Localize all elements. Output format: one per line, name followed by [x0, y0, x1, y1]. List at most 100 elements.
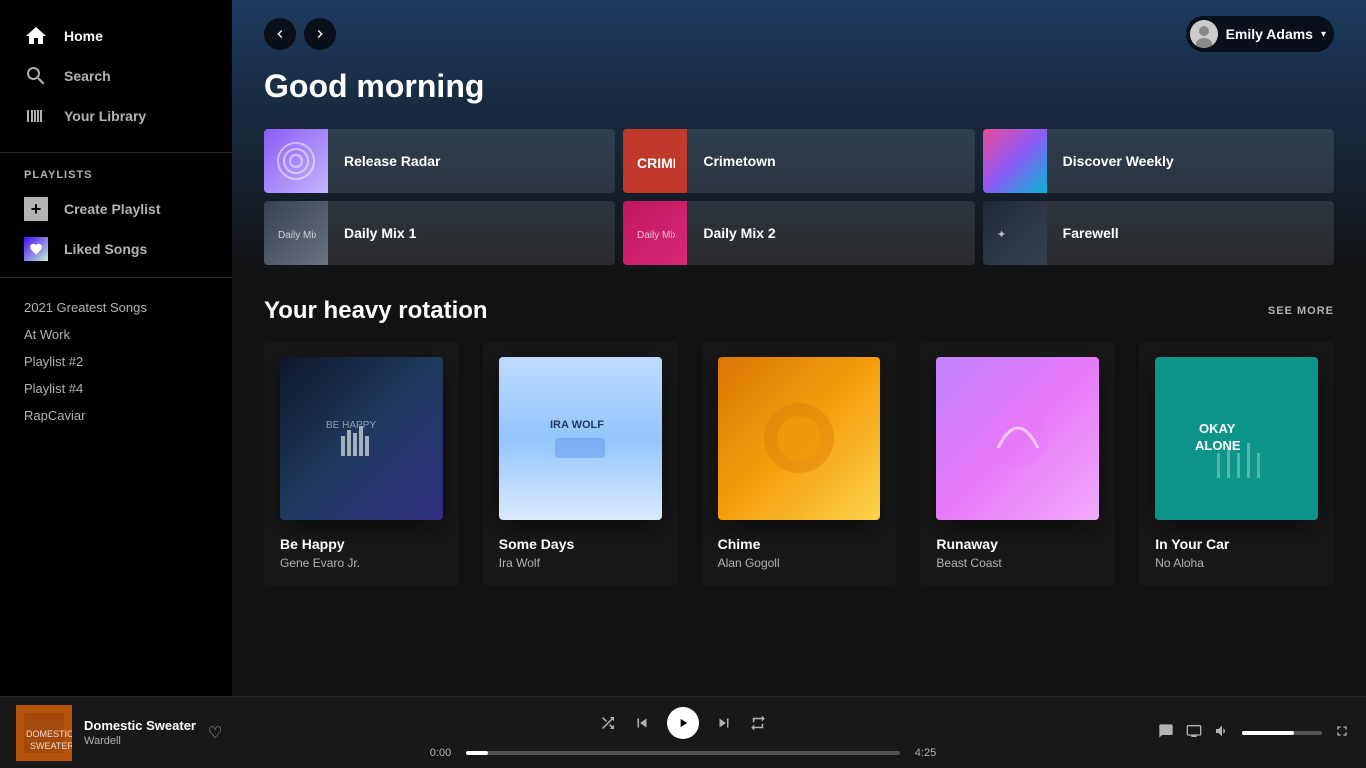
card-be-happy[interactable]: BE HAPPY Be Happy Gene Evaro Jr. [264, 341, 459, 586]
sidebar-item-search[interactable]: Search [0, 56, 232, 96]
user-name: Emily Adams [1226, 26, 1313, 42]
quick-item-discover-label: Discover Weekly [1047, 153, 1190, 169]
search-icon [24, 64, 48, 88]
user-avatar [1190, 20, 1218, 48]
play-pause-button[interactable] [667, 707, 699, 739]
playlists-section-title: PLAYLISTS [0, 161, 232, 189]
liked-songs-button[interactable]: Liked Songs [0, 229, 232, 269]
player-left: DOMESTIC SWEATER Domestic Sweater Wardel… [16, 705, 316, 761]
top-bar: Emily Adams ▾ [232, 0, 1366, 68]
liked-songs-label: Liked Songs [64, 241, 147, 257]
playlist-item-5[interactable]: RapCaviar [0, 402, 232, 429]
quick-item-crimetown[interactable]: CRIME Crimetown [623, 129, 974, 193]
lyrics-button[interactable] [1158, 723, 1174, 742]
time-total: 4:25 [908, 747, 943, 759]
crimetown-thumb: CRIME [623, 129, 687, 193]
quick-item-farewell-label: Farewell [1047, 225, 1135, 241]
chime-thumb [718, 357, 881, 520]
daily-mix2-thumb: Daily Mix 2 [623, 201, 687, 265]
svg-text:Daily Mix 2: Daily Mix 2 [637, 230, 675, 241]
create-playlist-label: Create Playlist [64, 201, 161, 217]
greeting-text: Good morning [264, 68, 1334, 105]
next-button[interactable] [715, 714, 733, 732]
volume-bar[interactable] [1242, 731, 1322, 735]
quick-item-daily-mix-1[interactable]: Daily Mix 1 Daily Mix 1 [264, 201, 615, 265]
playlist-item-1[interactable]: 2021 Greatest Songs [0, 294, 232, 321]
nav-buttons [264, 18, 336, 50]
chime-subtitle: Alan Gogoll [718, 556, 881, 570]
card-in-your-car[interactable]: OKAY ALONE In Your Car No Aloha [1139, 341, 1334, 586]
forward-button[interactable] [304, 18, 336, 50]
like-button[interactable]: ♡ [208, 723, 222, 743]
sidebar-search-label: Search [64, 68, 111, 84]
runaway-subtitle: Beast Coast [936, 556, 1099, 570]
in-your-car-thumb: OKAY ALONE [1155, 357, 1318, 520]
shuffle-button[interactable] [599, 714, 617, 732]
back-button[interactable] [264, 18, 296, 50]
main-content: Emily Adams ▾ Good morning Release Radar… [232, 0, 1366, 696]
heavy-rotation-title: Your heavy rotation [264, 297, 488, 325]
progress-bar[interactable] [466, 751, 900, 755]
user-menu[interactable]: Emily Adams ▾ [1186, 16, 1334, 52]
runaway-title: Runaway [936, 536, 1099, 552]
devices-button[interactable] [1186, 723, 1202, 742]
svg-text:BE HAPPY: BE HAPPY [326, 420, 376, 431]
sidebar-item-library[interactable]: Your Library [0, 96, 232, 136]
quick-grid: Release Radar CRIME Crimetown Discover W… [264, 129, 1334, 265]
sidebar-item-home[interactable]: Home [0, 16, 232, 56]
svg-text:OKAY: OKAY [1199, 421, 1236, 436]
player-info: Domestic Sweater Wardell [84, 718, 196, 747]
player-thumb: DOMESTIC SWEATER [16, 705, 72, 761]
time-current: 0:00 [423, 747, 458, 759]
be-happy-title: Be Happy [280, 536, 443, 552]
card-runaway[interactable]: Runaway Beast Coast [920, 341, 1115, 586]
liked-songs-icon [24, 237, 48, 261]
playlist-item-3[interactable]: Playlist #2 [0, 348, 232, 375]
quick-item-daily-mix-2[interactable]: Daily Mix 2 Daily Mix 2 [623, 201, 974, 265]
quick-item-release-radar[interactable]: Release Radar [264, 129, 615, 193]
playlist-item-2[interactable]: At Work [0, 321, 232, 348]
farewell-thumb: ✦ [983, 201, 1047, 265]
some-days-subtitle: Ira Wolf [499, 556, 662, 570]
previous-button[interactable] [633, 714, 651, 732]
content-area: Good morning Release Radar CRIME Crimeto… [232, 68, 1366, 618]
quick-item-daily-mix2-label: Daily Mix 2 [687, 225, 791, 241]
volume-button[interactable] [1214, 723, 1230, 742]
see-more-button[interactable]: SEE MORE [1268, 305, 1334, 317]
svg-text:Daily Mix 1: Daily Mix 1 [278, 230, 316, 241]
svg-text:IRA WOLF: IRA WOLF [550, 419, 604, 431]
player-progress: 0:00 4:25 [423, 747, 943, 759]
section-header-heavy-rotation: Your heavy rotation SEE MORE [264, 297, 1334, 325]
svg-text:SWEATER: SWEATER [30, 741, 72, 751]
quick-item-release-radar-label: Release Radar [328, 153, 457, 169]
quick-item-daily-mix1-label: Daily Mix 1 [328, 225, 432, 241]
be-happy-subtitle: Gene Evaro Jr. [280, 556, 443, 570]
quick-item-discover-weekly[interactable]: Discover Weekly [983, 129, 1334, 193]
create-playlist-icon: + [24, 197, 48, 221]
svg-text:DOMESTIC: DOMESTIC [26, 729, 72, 739]
progress-fill [466, 751, 488, 755]
player-artist: Wardell [84, 735, 196, 747]
release-radar-thumb [264, 129, 328, 193]
sidebar-divider [0, 152, 232, 153]
create-playlist-button[interactable]: + Create Playlist [0, 189, 232, 229]
fullscreen-button[interactable] [1334, 723, 1350, 742]
playlist-item-4[interactable]: Playlist #4 [0, 375, 232, 402]
cards-grid: BE HAPPY Be Happy Gene Evaro Jr. IRA WOL… [264, 341, 1334, 586]
player-center: 0:00 4:25 [316, 707, 1050, 759]
some-days-title: Some Days [499, 536, 662, 552]
player-track: Domestic Sweater [84, 718, 196, 733]
be-happy-thumb: BE HAPPY [280, 357, 443, 520]
runaway-thumb [936, 357, 1099, 520]
svg-text:ALONE: ALONE [1195, 438, 1241, 453]
sidebar: Home Search Your Library PLAYLISTS + Cr [0, 0, 232, 696]
sidebar-divider-2 [0, 277, 232, 278]
player-right [1050, 723, 1350, 742]
card-some-days[interactable]: IRA WOLF Some Days Ira Wolf [483, 341, 678, 586]
quick-item-farewell[interactable]: ✦ Farewell [983, 201, 1334, 265]
repeat-button[interactable] [749, 714, 767, 732]
sidebar-library-label: Your Library [64, 108, 146, 124]
card-chime[interactable]: Chime Alan Gogoll [702, 341, 897, 586]
svg-text:CRIME: CRIME [637, 155, 675, 171]
discover-weekly-thumb [983, 129, 1047, 193]
